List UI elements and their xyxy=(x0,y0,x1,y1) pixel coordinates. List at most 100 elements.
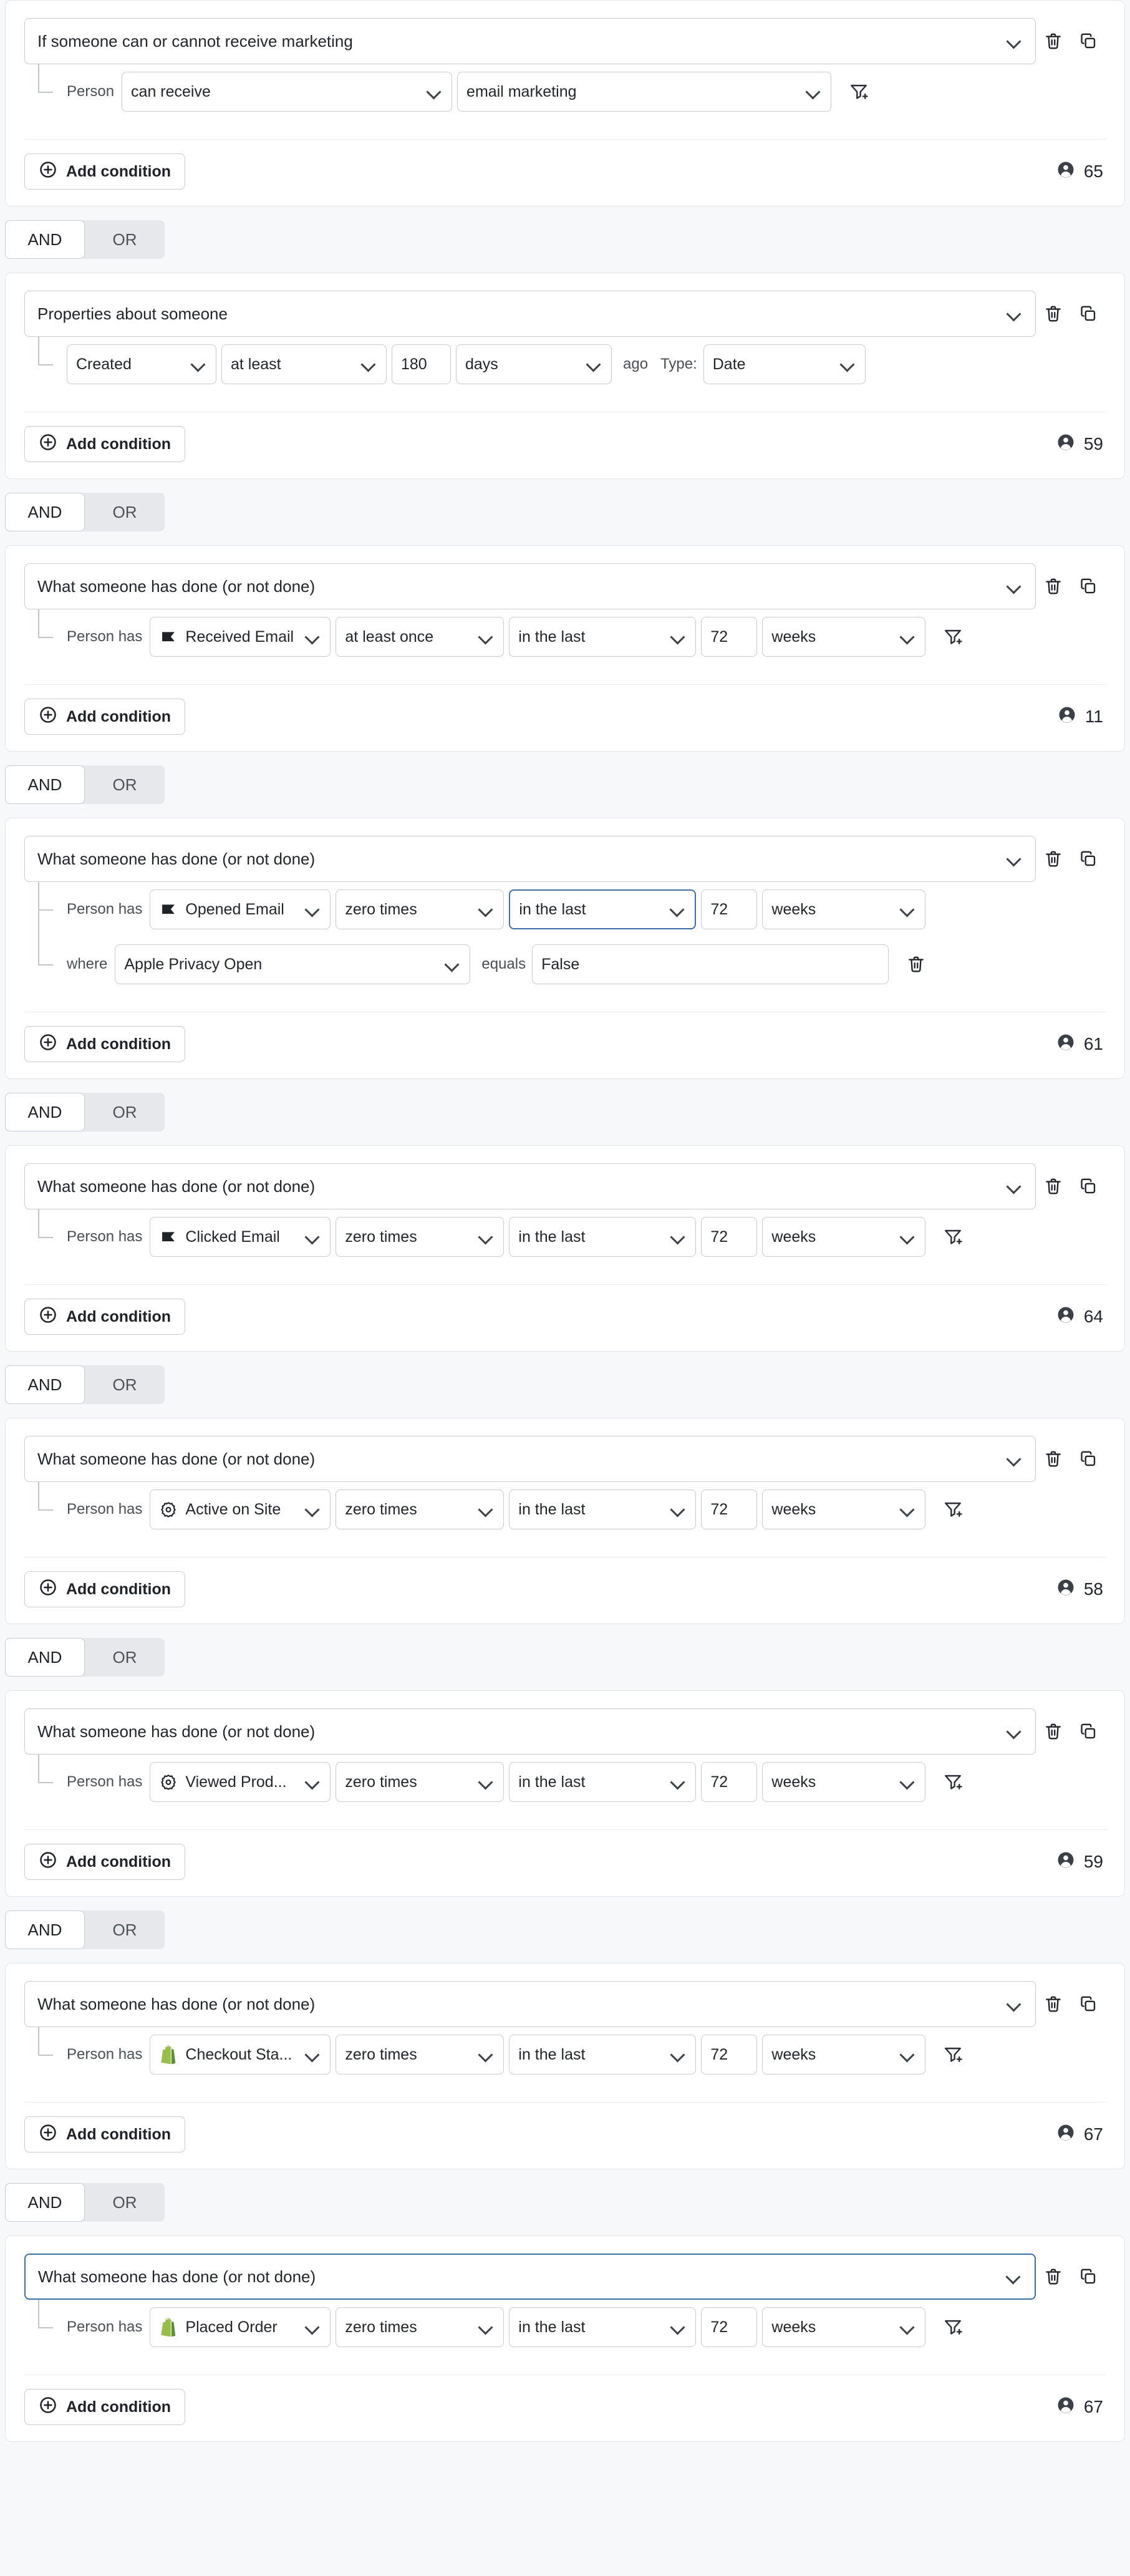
timeframe-select[interactable]: in the last xyxy=(509,2307,697,2347)
filter-add-icon[interactable] xyxy=(934,1218,972,1256)
frequency-select[interactable]: zero times xyxy=(336,1762,505,1802)
marketing-state-select[interactable]: can receive xyxy=(122,72,453,112)
timeframe-number-input[interactable]: 72 xyxy=(701,617,758,657)
filter-add-icon[interactable] xyxy=(934,1763,972,1801)
timeframe-number-input[interactable]: 72 xyxy=(701,889,758,929)
joiner-and-option[interactable]: AND xyxy=(5,2183,85,2222)
delete-group-button[interactable] xyxy=(1036,569,1071,604)
condition-type-select[interactable]: What someone has done (or not done) xyxy=(24,1708,1036,1755)
delete-group-button[interactable] xyxy=(1036,1441,1071,1476)
comparator-select[interactable]: at least xyxy=(221,344,387,384)
metric-select[interactable]: Active on Site xyxy=(150,1489,331,1529)
delete-group-button[interactable] xyxy=(1036,1714,1071,1749)
duplicate-group-button[interactable] xyxy=(1071,1714,1106,1749)
add-condition-button[interactable]: Add condition xyxy=(24,1571,186,1607)
condition-type-select[interactable]: What someone has done (or not done) xyxy=(24,2254,1036,2300)
joiner-or-option[interactable]: OR xyxy=(85,1910,165,1949)
timeframe-number-input[interactable]: 72 xyxy=(701,2035,758,2075)
condition-type-select[interactable]: What someone has done (or not done) xyxy=(24,1981,1036,2027)
duplicate-group-button[interactable] xyxy=(1071,1987,1106,2022)
add-condition-button[interactable]: Add condition xyxy=(24,1026,186,1062)
add-condition-button[interactable]: Add condition xyxy=(24,153,186,190)
add-condition-button[interactable]: Add condition xyxy=(24,426,186,462)
delete-group-button[interactable] xyxy=(1036,841,1071,876)
filter-value-input[interactable]: False xyxy=(532,944,889,984)
timeframe-unit-select[interactable]: weeks xyxy=(762,2307,926,2347)
timeframe-select[interactable]: in the last xyxy=(509,1762,697,1802)
joiner-and-option[interactable]: AND xyxy=(5,493,85,531)
frequency-select[interactable]: at least once xyxy=(336,617,505,657)
delete-group-button[interactable] xyxy=(1036,2259,1071,2294)
joiner-or-option[interactable]: OR xyxy=(85,1365,165,1404)
filter-property-select[interactable]: Apple Privacy Open xyxy=(115,944,471,984)
condition-type-select[interactable]: What someone has done (or not done) xyxy=(24,1436,1036,1482)
filter-add-icon[interactable] xyxy=(934,2308,972,2346)
marketing-channel-select[interactable]: email marketing xyxy=(457,72,832,112)
duplicate-group-button[interactable] xyxy=(1071,841,1106,876)
add-condition-button[interactable]: Add condition xyxy=(24,2389,186,2425)
joiner-and-option[interactable]: AND xyxy=(5,1093,85,1131)
condition-type-select[interactable]: Properties about someone xyxy=(24,291,1036,337)
property-select[interactable]: Created xyxy=(67,344,216,384)
metric-select[interactable]: Clicked Email xyxy=(150,1217,331,1257)
joiner-or-option[interactable]: OR xyxy=(85,2183,165,2222)
delete-group-button[interactable] xyxy=(1036,1169,1071,1204)
frequency-select[interactable]: zero times xyxy=(336,1217,505,1257)
filter-add-icon[interactable] xyxy=(934,2036,972,2073)
filter-add-icon[interactable] xyxy=(934,618,972,656)
timeframe-select[interactable]: in the last xyxy=(509,889,697,929)
joiner-or-option[interactable]: OR xyxy=(85,765,165,804)
timeframe-select[interactable]: in the last xyxy=(509,1489,697,1529)
timeframe-select[interactable]: in the last xyxy=(509,1217,697,1257)
timeframe-number-input[interactable]: 72 xyxy=(701,1489,758,1529)
metric-select[interactable]: Checkout Sta... xyxy=(150,2035,331,2075)
metric-select[interactable]: Received Email xyxy=(150,617,331,657)
duplicate-group-button[interactable] xyxy=(1071,24,1106,59)
delete-group-button[interactable] xyxy=(1036,296,1071,331)
value-input[interactable]: 180 xyxy=(392,344,451,384)
timeframe-unit-select[interactable]: weeks xyxy=(762,889,926,929)
type-select[interactable]: Date xyxy=(703,344,866,384)
joiner-or-option[interactable]: OR xyxy=(85,1093,165,1131)
joiner-or-option[interactable]: OR xyxy=(85,220,165,259)
duplicate-group-button[interactable] xyxy=(1071,2259,1106,2294)
metric-select[interactable]: Placed Order xyxy=(150,2307,331,2347)
joiner-and-option[interactable]: AND xyxy=(5,1365,85,1404)
joiner-or-option[interactable]: OR xyxy=(85,493,165,531)
condition-type-select[interactable]: What someone has done (or not done) xyxy=(24,1163,1036,1209)
add-condition-button[interactable]: Add condition xyxy=(24,2116,186,2152)
metric-select[interactable]: Viewed Prod... xyxy=(150,1762,331,1802)
timeframe-select[interactable]: in the last xyxy=(509,617,697,657)
duplicate-group-button[interactable] xyxy=(1071,296,1106,331)
delete-group-button[interactable] xyxy=(1036,1987,1071,2022)
filter-add-icon[interactable] xyxy=(840,73,877,110)
duplicate-group-button[interactable] xyxy=(1071,569,1106,604)
add-condition-button[interactable]: Add condition xyxy=(24,1844,186,1880)
joiner-and-option[interactable]: AND xyxy=(5,1910,85,1949)
timeframe-number-input[interactable]: 72 xyxy=(701,1217,758,1257)
joiner-and-option[interactable]: AND xyxy=(5,1638,85,1677)
joiner-and-option[interactable]: AND xyxy=(5,220,85,259)
add-condition-button[interactable]: Add condition xyxy=(24,699,186,735)
timeframe-unit-select[interactable]: weeks xyxy=(762,617,926,657)
timeframe-unit-select[interactable]: weeks xyxy=(762,1217,926,1257)
trash-icon[interactable] xyxy=(897,946,935,983)
metric-select[interactable]: Opened Email xyxy=(150,889,331,929)
delete-group-button[interactable] xyxy=(1036,24,1071,59)
date-unit-select[interactable]: days xyxy=(456,344,612,384)
joiner-or-option[interactable]: OR xyxy=(85,1638,165,1677)
frequency-select[interactable]: zero times xyxy=(336,889,505,929)
frequency-select[interactable]: zero times xyxy=(336,1489,505,1529)
duplicate-group-button[interactable] xyxy=(1071,1169,1106,1204)
add-condition-button[interactable]: Add condition xyxy=(24,1299,186,1335)
condition-type-select[interactable]: What someone has done (or not done) xyxy=(24,836,1036,882)
frequency-select[interactable]: zero times xyxy=(336,2307,505,2347)
timeframe-number-input[interactable]: 72 xyxy=(701,1762,758,1802)
timeframe-unit-select[interactable]: weeks xyxy=(762,2035,926,2075)
timeframe-number-input[interactable]: 72 xyxy=(701,2307,758,2347)
timeframe-unit-select[interactable]: weeks xyxy=(762,1489,926,1529)
joiner-and-option[interactable]: AND xyxy=(5,765,85,804)
timeframe-unit-select[interactable]: weeks xyxy=(762,1762,926,1802)
filter-add-icon[interactable] xyxy=(934,1491,972,1528)
duplicate-group-button[interactable] xyxy=(1071,1441,1106,1476)
